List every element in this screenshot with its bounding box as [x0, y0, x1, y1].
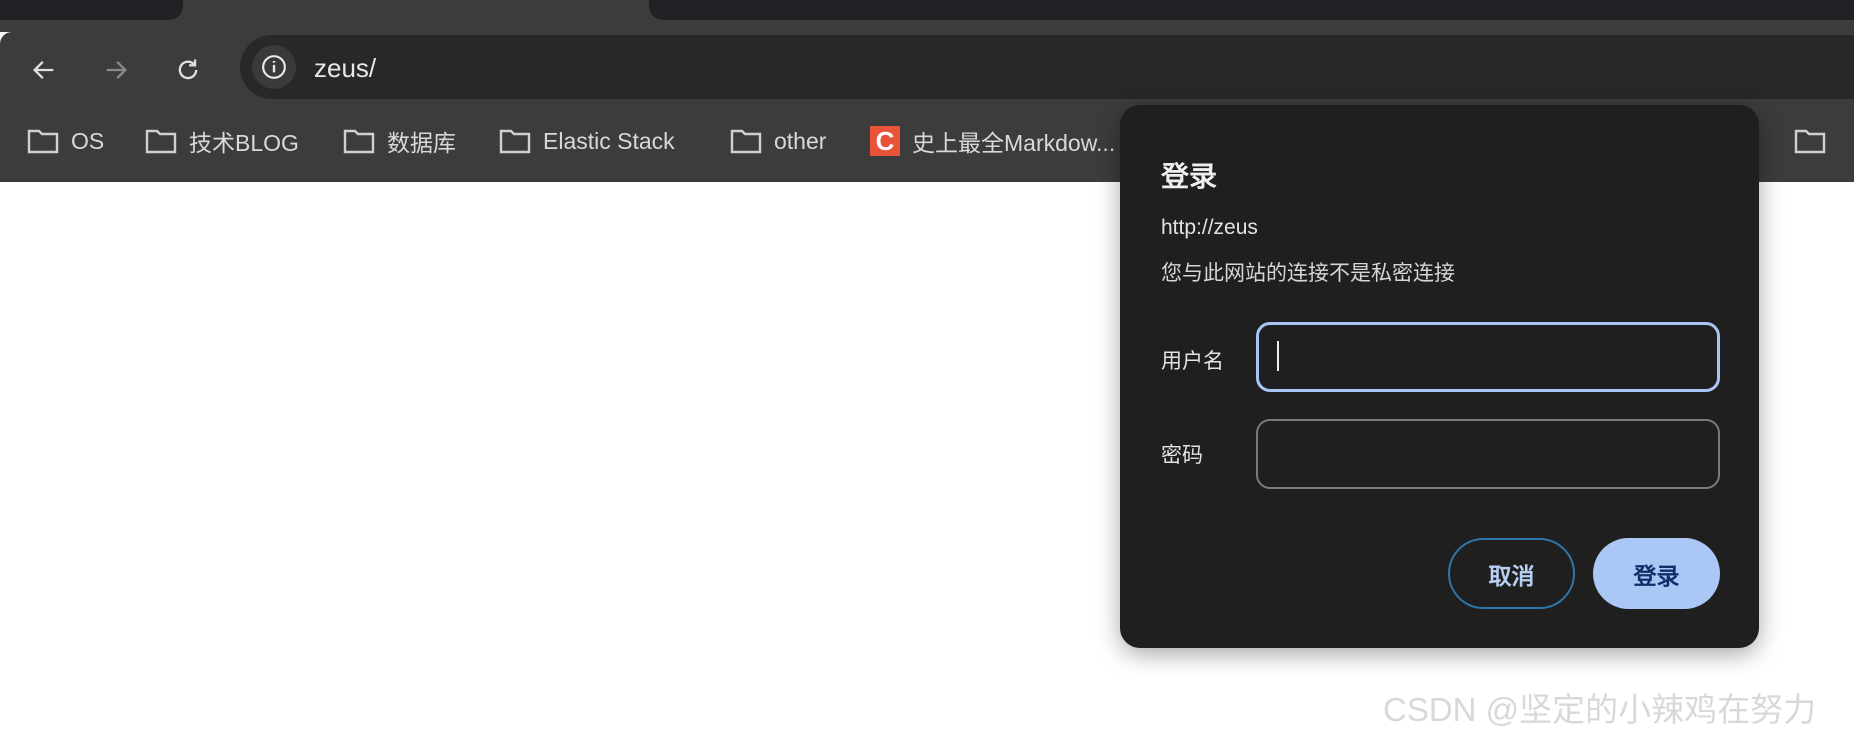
username-label: 用户名	[1161, 350, 1224, 373]
password-label: 密码	[1161, 444, 1203, 467]
bookmark-tech-blog[interactable]: 技术BLOG	[145, 124, 299, 158]
text-caret	[1277, 341, 1279, 371]
bookmark-label: 数据库	[387, 130, 456, 156]
bookmark-os[interactable]: OS	[27, 124, 104, 158]
bookmark-label: 技术BLOG	[189, 130, 299, 156]
csdn-icon: C	[870, 126, 900, 156]
dialog-title: 登录	[1161, 161, 1218, 192]
bookmark-label: OS	[71, 127, 105, 154]
back-button[interactable]	[26, 52, 62, 88]
folder-icon	[730, 129, 762, 154]
bookmark-label: 史上最全Markdow...	[912, 130, 1116, 156]
reload-button[interactable]	[170, 52, 206, 88]
cancel-button[interactable]: 取消	[1448, 538, 1575, 609]
bookmark-label: Elastic Stack	[543, 127, 675, 154]
bookmark-label: other	[774, 127, 827, 154]
dialog-origin: http://zeus	[1161, 216, 1258, 239]
login-dialog: 登录 http://zeus 您与此网站的连接不是私密连接 用户名 密码 取消 …	[1120, 105, 1759, 648]
folder-icon	[343, 129, 375, 154]
inactive-tab[interactable]	[649, 0, 1854, 20]
username-input[interactable]	[1256, 322, 1720, 392]
forward-button[interactable]	[98, 52, 134, 88]
bookmark-folder[interactable]	[1794, 124, 1826, 158]
login-button[interactable]: 登录	[1593, 538, 1720, 609]
bookmark-other[interactable]: other	[730, 124, 826, 158]
folder-icon	[499, 129, 531, 154]
folder-icon	[1794, 129, 1826, 154]
site-info-button[interactable]	[252, 45, 296, 89]
password-input[interactable]	[1256, 419, 1720, 489]
tab-strip	[0, 0, 1854, 32]
arrow-left-icon	[33, 61, 54, 79]
arrow-right-icon	[106, 61, 127, 79]
connection-warning: 您与此网站的连接不是私密连接	[1161, 262, 1455, 285]
bookmark-database[interactable]: 数据库	[343, 124, 456, 158]
watermark: CSDN @坚定的小辣鸡在努力	[1383, 691, 1817, 728]
reload-icon	[178, 59, 198, 80]
info-icon	[262, 55, 286, 79]
address-bar[interactable]: zeus/	[240, 35, 1854, 99]
folder-icon	[145, 129, 177, 154]
bookmark-elastic-stack[interactable]: Elastic Stack	[499, 124, 675, 158]
url-text[interactable]: zeus/	[314, 53, 376, 84]
inactive-tab[interactable]	[0, 0, 183, 20]
folder-icon	[27, 129, 59, 154]
bookmark-markdown[interactable]: C 史上最全Markdow...	[870, 124, 1115, 158]
